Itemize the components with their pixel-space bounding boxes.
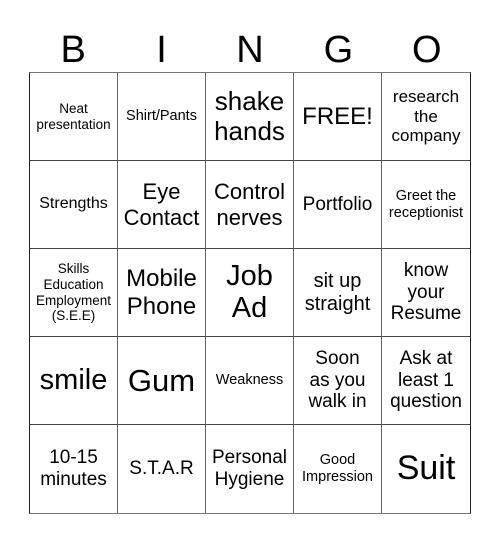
cell-text: know your Resume <box>390 259 462 325</box>
cell-text: FREE! <box>302 102 373 130</box>
bingo-cell[interactable]: Strengths <box>30 161 118 249</box>
cell-text: Ask at least 1 question <box>390 347 462 413</box>
bingo-cell[interactable]: know your Resume <box>382 249 470 337</box>
cell-text: S.T.A.R <box>129 458 194 480</box>
cell-text: Weakness <box>215 372 284 389</box>
free-space-cell[interactable]: FREE! <box>294 73 382 161</box>
cell-text: Portfolio <box>302 193 373 215</box>
bingo-cell[interactable]: Good Impression <box>294 425 382 513</box>
bingo-cell[interactable]: Eye Contact <box>118 161 206 249</box>
cell-text: Greet the receptionist <box>388 187 464 221</box>
cell-text: Control nerves <box>214 179 285 230</box>
bingo-cell[interactable]: Ask at least 1 question <box>382 337 470 425</box>
bingo-cell[interactable]: Shirt/Pants <box>118 73 206 161</box>
bingo-cell[interactable]: Neat presentation <box>30 73 118 161</box>
cell-text: Soon as you walk in <box>308 347 367 413</box>
cell-text: Shirt/Pants <box>126 108 197 125</box>
bingo-cell[interactable]: Weakness <box>206 337 294 425</box>
cell-text: shake hands <box>214 85 285 146</box>
bingo-cell[interactable]: 10-15 minutes <box>30 425 118 513</box>
cell-text: research the company <box>391 87 461 146</box>
cell-text: Good Impression <box>302 452 373 485</box>
bingo-cell[interactable]: Gum <box>118 337 206 425</box>
cell-text: smile <box>39 363 108 396</box>
bingo-cell[interactable]: shake hands <box>206 73 294 161</box>
bingo-cell[interactable]: sit up straight <box>294 249 382 337</box>
bingo-grid: Neat presentation Shirt/Pants shake hand… <box>29 72 471 514</box>
header-letter-n: N <box>236 29 264 71</box>
cell-text: Skills Education Employment (S.E.E) <box>35 261 112 324</box>
cell-text: Mobile Phone <box>126 264 197 320</box>
cell-text: Job Ad <box>226 259 273 324</box>
cell-text: Personal Hygiene <box>212 447 287 490</box>
cell-text: Strengths <box>39 195 108 213</box>
cell-text: sit up straight <box>304 269 371 315</box>
bingo-cell[interactable]: Soon as you walk in <box>294 337 382 425</box>
bingo-header: B I N G O <box>29 28 471 72</box>
cell-text: Gum <box>127 362 196 398</box>
header-letter-i: I <box>156 29 167 71</box>
bingo-cell[interactable]: Control nerves <box>206 161 294 249</box>
cell-text: Suit <box>396 449 456 488</box>
bingo-cell[interactable]: Personal Hygiene <box>206 425 294 513</box>
bingo-cell[interactable]: Job Ad <box>206 249 294 337</box>
header-letter-o: O <box>411 29 442 71</box>
header-letter-b: B <box>60 29 86 71</box>
bingo-cell[interactable]: smile <box>30 337 118 425</box>
header-letter-g: G <box>323 29 354 71</box>
bingo-cell[interactable]: Skills Education Employment (S.E.E) <box>30 249 118 337</box>
bingo-cell[interactable]: Portfolio <box>294 161 382 249</box>
bingo-cell[interactable]: S.T.A.R <box>118 425 206 513</box>
bingo-cell[interactable]: Mobile Phone <box>118 249 206 337</box>
bingo-cell[interactable]: Greet the receptionist <box>382 161 470 249</box>
bingo-cell[interactable]: Suit <box>382 425 470 513</box>
cell-text: Neat presentation <box>36 100 111 132</box>
cell-text: 10-15 minutes <box>40 447 107 490</box>
cell-text: Eye Contact <box>123 179 200 230</box>
bingo-cell[interactable]: research the company <box>382 73 470 161</box>
